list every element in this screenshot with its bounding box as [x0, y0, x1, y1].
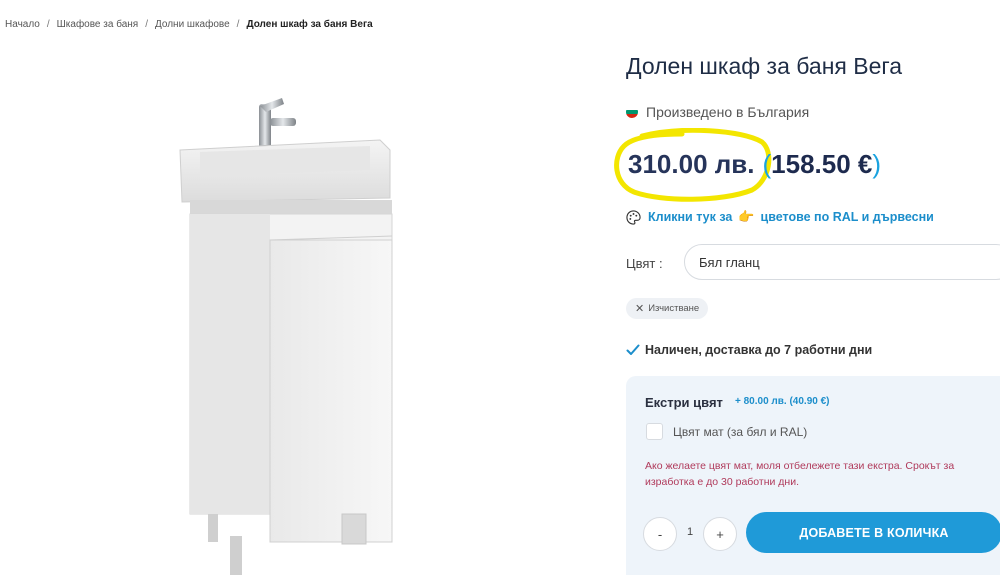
color-selected-value: Бял гланц [699, 254, 760, 270]
quantity-value[interactable]: 1 [680, 526, 700, 538]
stock-status: Наличен, доставка до 7 работни дни [626, 343, 872, 357]
breadcrumb-separator: / [236, 19, 240, 30]
pointing-hand-icon: 👉 [738, 209, 755, 224]
flag-bulgaria-icon [626, 106, 638, 118]
product-title: Долен шкаф за баня Вега [626, 53, 903, 79]
ral-link-text-end: цветове по RAL и дървесни [760, 210, 934, 224]
add-to-cart-button[interactable]: ДОБАВЕТЕ В КОЛИЧКА [746, 512, 1000, 553]
breadcrumb-separator: / [145, 19, 148, 30]
quantity-increase-button[interactable]: + [703, 517, 737, 551]
matte-color-label: Цвят мат (за бял и RAL) [673, 424, 808, 439]
quantity-decrease-button[interactable]: - [643, 517, 677, 551]
matte-color-option[interactable]: Цвят мат (за бял и RAL) [646, 423, 807, 440]
ral-link-text-start: Кликни тук за [648, 210, 733, 224]
breadcrumb-bathroom-cabinets[interactable]: Шкафове за баня [57, 19, 139, 30]
color-select[interactable]: Бял гланц [684, 244, 1000, 280]
breadcrumb-lower-cabinets[interactable]: Долни шкафове [155, 19, 230, 30]
breadcrumb-separator: / [46, 19, 50, 30]
palette-icon [626, 209, 641, 225]
close-icon: ✕ [635, 303, 645, 315]
price-bgn: 310.00 лв. [628, 149, 755, 179]
stock-text: Наличен, доставка до 7 работни дни [645, 343, 873, 357]
product-image[interactable] [170, 90, 410, 575]
ral-colors-link[interactable]: Кликни тук за 👉 цветове по RAL и дървесн… [626, 209, 934, 225]
origin-text: Произведено в България [646, 104, 810, 120]
price-paren-open: ( [762, 149, 772, 179]
breadcrumb-current: Долен шкаф за баня Вега [246, 19, 373, 30]
breadcrumb: Начало / Шкафове за баня / Долни шкафове… [5, 19, 373, 30]
vanity-cabinet-illustration [179, 98, 393, 575]
matte-color-checkbox[interactable] [646, 423, 663, 440]
extras-price: + 80.00 лв. (40.90 €) [735, 396, 830, 407]
price-paren-close: ) [872, 149, 882, 179]
price: 310.00 лв. (158.50 €) [628, 149, 881, 180]
price-eur-wrapper: (158.50 €) [762, 149, 881, 180]
price-eur: 158.50 € [771, 149, 873, 179]
check-icon [626, 344, 640, 355]
color-label: Цвят : [626, 256, 663, 271]
extras-notice: Ако желаете цвят мат, моля отбележете та… [645, 460, 955, 488]
clear-selection-label: Изчистване [648, 303, 700, 314]
breadcrumb-home[interactable]: Начало [5, 19, 40, 30]
clear-selection-button[interactable]: ✕ Изчистване [626, 298, 709, 319]
origin-note: Произведено в България [626, 104, 809, 120]
extras-title: Екстри цвят [645, 395, 723, 410]
